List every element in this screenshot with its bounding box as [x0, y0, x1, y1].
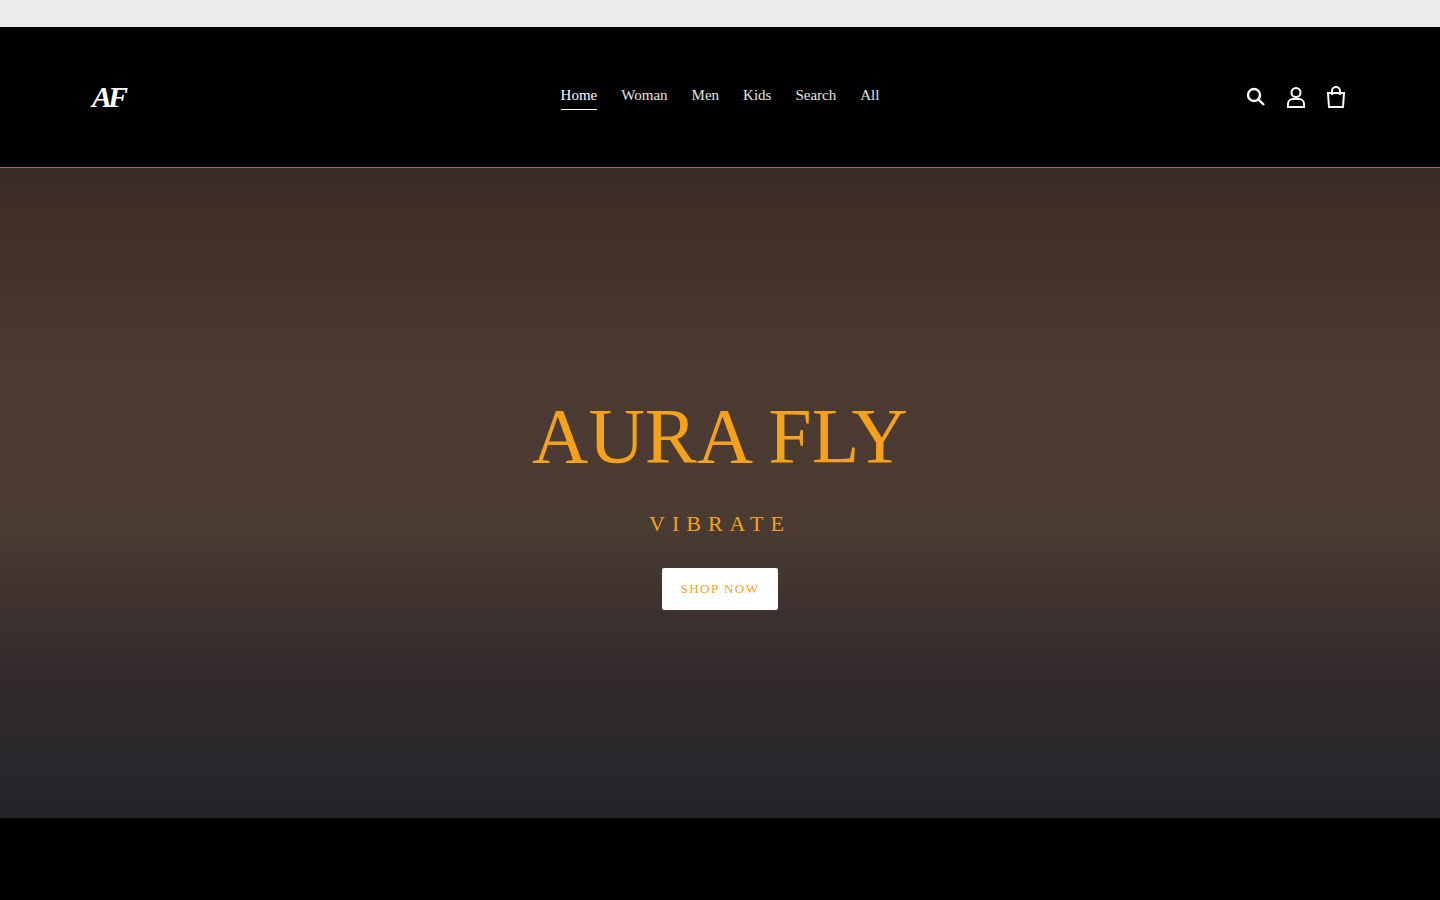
hero-subtitle: VIBRATE [649, 507, 791, 540]
top-bar [0, 0, 1440, 27]
cart-icon[interactable] [1326, 86, 1346, 108]
shop-now-button[interactable]: SHOP NOW [662, 568, 777, 610]
account-icon[interactable] [1286, 86, 1306, 108]
nav-link[interactable]: Woman [621, 84, 667, 111]
site-header: AF Home Woman Men Kids Search All [0, 27, 1440, 168]
hero-banner: AURA FLY VIBRATE SHOP NOW [0, 168, 1440, 818]
nav-link[interactable]: Search [795, 84, 836, 111]
nav-link[interactable]: Home [561, 84, 598, 111]
hero-title: AURA FLY [532, 397, 908, 475]
nav-link[interactable]: Men [692, 84, 720, 111]
nav-link[interactable]: All [860, 84, 879, 111]
logo[interactable]: AF [92, 82, 124, 112]
nav-link[interactable]: Kids [743, 84, 771, 111]
page-footer-space [0, 818, 1440, 900]
main-nav: Home Woman Men Kids Search All [292, 84, 1148, 111]
search-icon[interactable] [1246, 87, 1266, 107]
